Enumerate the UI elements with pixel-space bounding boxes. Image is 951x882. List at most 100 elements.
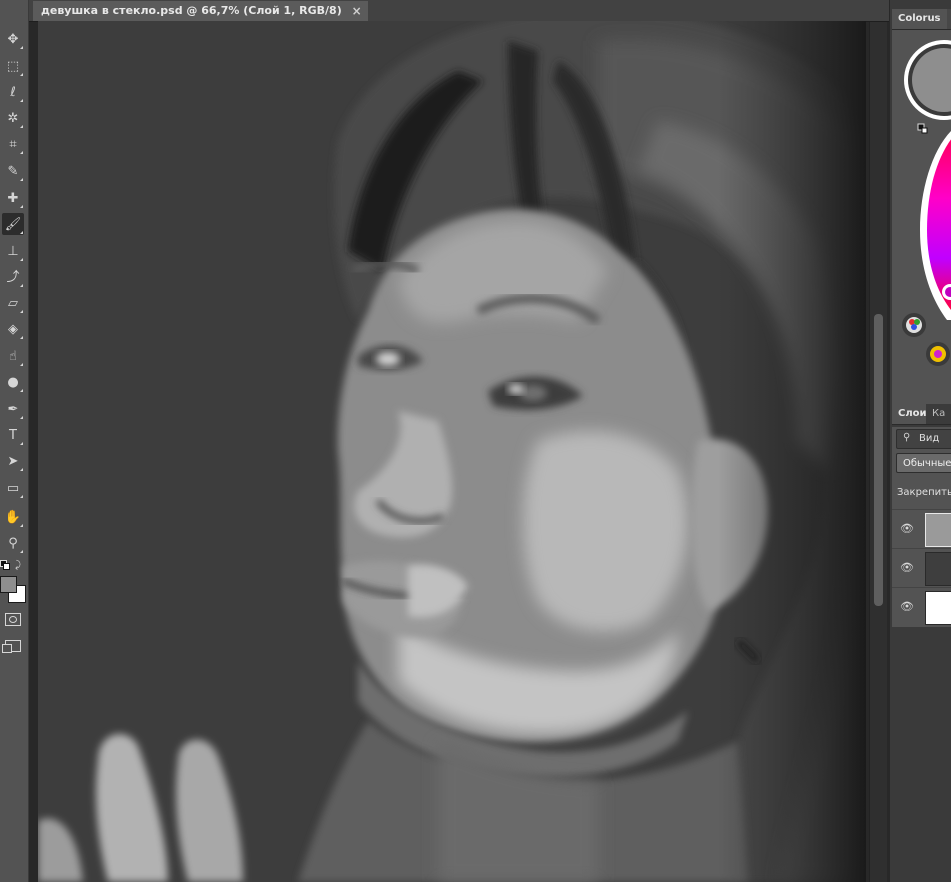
tool-group-indicator	[20, 99, 23, 102]
healing-brush-tool[interactable]: ✚	[2, 187, 24, 209]
type-icon: T	[9, 427, 17, 443]
tool-group-indicator	[20, 73, 23, 76]
vertical-scrollbar[interactable]	[869, 22, 887, 882]
stamp-icon: ⊥	[7, 243, 19, 259]
smudge-icon: ☝	[9, 348, 17, 364]
paint-bucket-icon: ◈	[8, 321, 18, 337]
color-swatches: ⤸	[0, 560, 28, 604]
tool-group-indicator	[20, 389, 23, 392]
tool-group-indicator	[20, 178, 23, 181]
smudge-tool[interactable]: ☝	[2, 345, 24, 367]
tool-group-indicator	[20, 550, 23, 553]
hand-tool[interactable]: ✋	[2, 506, 24, 528]
zoom-icon: ⚲	[8, 535, 18, 551]
brush-icon: 🖌	[4, 216, 22, 232]
tool-group-indicator	[20, 151, 23, 154]
tool-group-indicator	[20, 442, 23, 445]
tab-channels[interactable]: Ка	[926, 404, 951, 424]
eye-icon[interactable]: 👁	[900, 561, 914, 575]
pen-icon: ✒	[7, 401, 19, 417]
tools-panel: ✥ ⬚ ℓ ✲ ⌗ ✎ ✚ 🖌 ⊥ ⤴ ▱ ◈ ☝ ● ✒ T ➤ ▭ ✋ ⚲ ⤸	[0, 0, 29, 882]
stamp-tool[interactable]: ⊥	[2, 240, 24, 262]
tool-group-indicator	[20, 524, 23, 527]
search-icon: ⚲	[903, 432, 911, 443]
tool-group-indicator	[20, 495, 23, 498]
screen-mode-icon	[2, 640, 21, 653]
history-brush-tool[interactable]: ⤴	[2, 266, 24, 288]
tool-group-indicator	[20, 468, 23, 471]
layer-thumbnail	[925, 513, 951, 547]
layer-thumbnail	[925, 591, 951, 625]
move-icon: ✥	[7, 31, 19, 47]
canvas[interactable]	[38, 21, 866, 882]
marquee-icon: ⬚	[6, 58, 20, 74]
close-tab-icon[interactable]: ×	[352, 1, 362, 21]
crop-tool[interactable]: ⌗	[2, 133, 24, 155]
rectangle-icon: ▭	[6, 480, 20, 496]
zoom-tool[interactable]: ⚲	[2, 532, 24, 554]
dodge-icon: ●	[7, 374, 19, 390]
painting-artwork	[38, 21, 866, 882]
layer-filter-select[interactable]: ⚲ Вид	[896, 429, 951, 449]
tool-group-indicator	[20, 125, 23, 128]
magic-wand-tool[interactable]: ✲	[2, 107, 24, 129]
magic-wand-icon: ✲	[7, 110, 19, 126]
move-tool[interactable]: ✥	[2, 28, 24, 50]
eraser-icon: ▱	[8, 295, 18, 311]
layers-panel: ⚲ Вид Обычные Закрепить: 👁 👁 👁	[892, 427, 951, 627]
right-panels: Colorus Слои Ка ⚲ Вид Обычные Закрепить:…	[890, 0, 951, 882]
quick-mask-button[interactable]	[2, 608, 24, 630]
layer-thumbnail	[925, 552, 951, 586]
color-wheel[interactable]	[892, 30, 951, 400]
lasso-icon: ℓ	[10, 84, 16, 100]
layer-row[interactable]: 👁	[892, 548, 951, 587]
screen-mode-button[interactable]	[2, 635, 24, 657]
document-area: девушка в стекло.psd @ 66,7% (Слой 1, RG…	[29, 0, 889, 882]
eraser-tool[interactable]: ▱	[2, 292, 24, 314]
document-tab-title: девушка в стекло.psd @ 66,7% (Слой 1, RG…	[41, 4, 342, 17]
pen-tool[interactable]: ✒	[2, 398, 24, 420]
eye-icon[interactable]: 👁	[900, 600, 914, 614]
quick-mask-icon	[5, 612, 21, 626]
lock-label: Закрепить:	[897, 487, 951, 498]
scrollbar-thumb[interactable]	[874, 314, 883, 606]
colorus-panel-header: Colorus	[892, 9, 951, 30]
path-selection-tool[interactable]: ➤	[2, 450, 24, 472]
eyedropper-tool[interactable]: ✎	[2, 160, 24, 182]
crop-icon: ⌗	[9, 136, 17, 152]
tool-group-indicator	[20, 46, 23, 49]
document-tab[interactable]: девушка в стекло.psd @ 66,7% (Слой 1, RG…	[33, 1, 368, 21]
tool-group-indicator	[20, 336, 23, 339]
type-tool[interactable]: T	[2, 424, 24, 446]
rectangle-tool[interactable]: ▭	[2, 477, 24, 499]
layer-filter-label: Вид	[919, 433, 940, 444]
bandage-icon: ✚	[7, 190, 19, 206]
colorus-panel	[892, 30, 951, 410]
layer-row[interactable]: 👁	[892, 587, 951, 626]
layers-panel-header: Слои Ка	[892, 404, 951, 425]
tool-group-indicator	[20, 205, 23, 208]
foreground-color-swatch[interactable]	[0, 576, 17, 593]
dodge-tool[interactable]: ●	[2, 371, 24, 393]
eye-icon[interactable]: 👁	[900, 522, 914, 536]
tool-group-indicator	[20, 258, 23, 261]
blend-mode-select[interactable]: Обычные	[896, 453, 951, 473]
tool-group-indicator	[20, 363, 23, 366]
hand-icon: ✋	[4, 509, 22, 525]
default-colors-icon[interactable]	[0, 560, 10, 570]
tool-group-indicator	[20, 310, 23, 313]
history-brush-icon: ⤴	[6, 269, 20, 285]
path-selection-icon: ➤	[7, 453, 19, 469]
document-tab-bar: девушка в стекло.psd @ 66,7% (Слой 1, RG…	[29, 0, 889, 22]
tool-group-indicator	[20, 284, 23, 287]
layer-row[interactable]: 👁	[892, 509, 951, 548]
photoshop-window: ✥ ⬚ ℓ ✲ ⌗ ✎ ✚ 🖌 ⊥ ⤴ ▱ ◈ ☝ ● ✒ T ➤ ▭ ✋ ⚲ ⤸ девушка в стекло	[0, 0, 951, 882]
paint-bucket-tool[interactable]: ◈	[2, 318, 24, 340]
swap-colors-icon[interactable]: ⤸	[15, 560, 21, 571]
brush-tool[interactable]: 🖌	[2, 213, 24, 235]
tab-colorus[interactable]: Colorus	[892, 9, 947, 29]
lasso-tool[interactable]: ℓ	[2, 81, 24, 103]
tool-group-indicator	[20, 231, 23, 234]
marquee-tool[interactable]: ⬚	[2, 55, 24, 77]
eyedropper-icon: ✎	[7, 163, 19, 179]
